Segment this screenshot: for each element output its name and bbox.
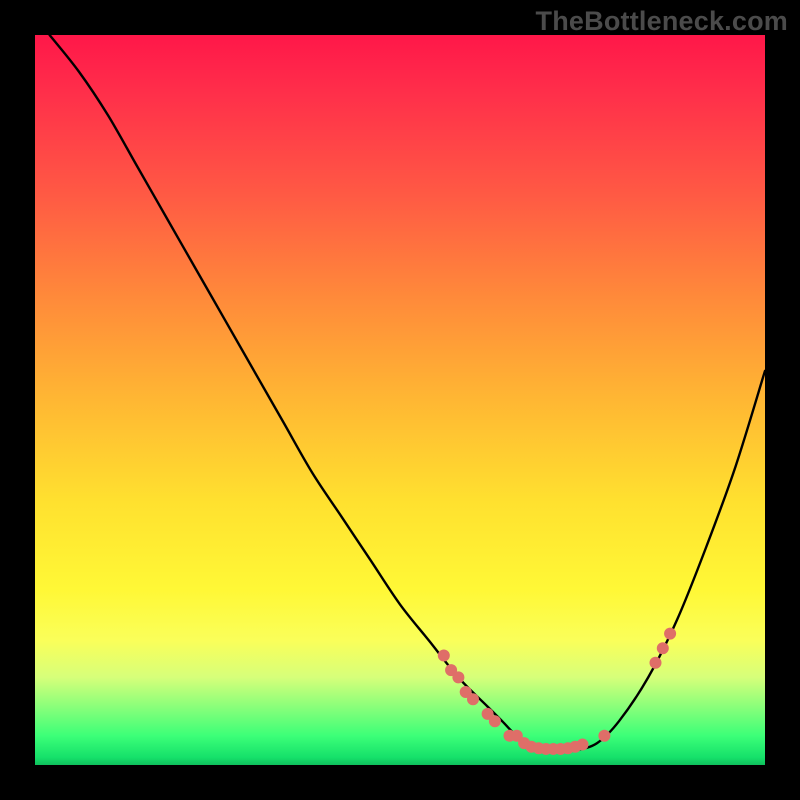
- curve-layer: [35, 35, 765, 765]
- chart-frame: TheBottleneck.com: [0, 0, 800, 800]
- highlight-dot: [650, 657, 662, 669]
- highlight-dot: [452, 671, 464, 683]
- watermark-text: TheBottleneck.com: [536, 6, 788, 37]
- highlight-dot: [438, 650, 450, 662]
- highlight-dot: [598, 730, 610, 742]
- highlight-dot: [577, 739, 589, 751]
- highlight-dot: [489, 715, 501, 727]
- highlight-dot: [657, 642, 669, 654]
- highlight-dot: [467, 693, 479, 705]
- plot-area: [35, 35, 765, 765]
- highlight-dot: [664, 628, 676, 640]
- bottleneck-curve-path: [50, 35, 765, 751]
